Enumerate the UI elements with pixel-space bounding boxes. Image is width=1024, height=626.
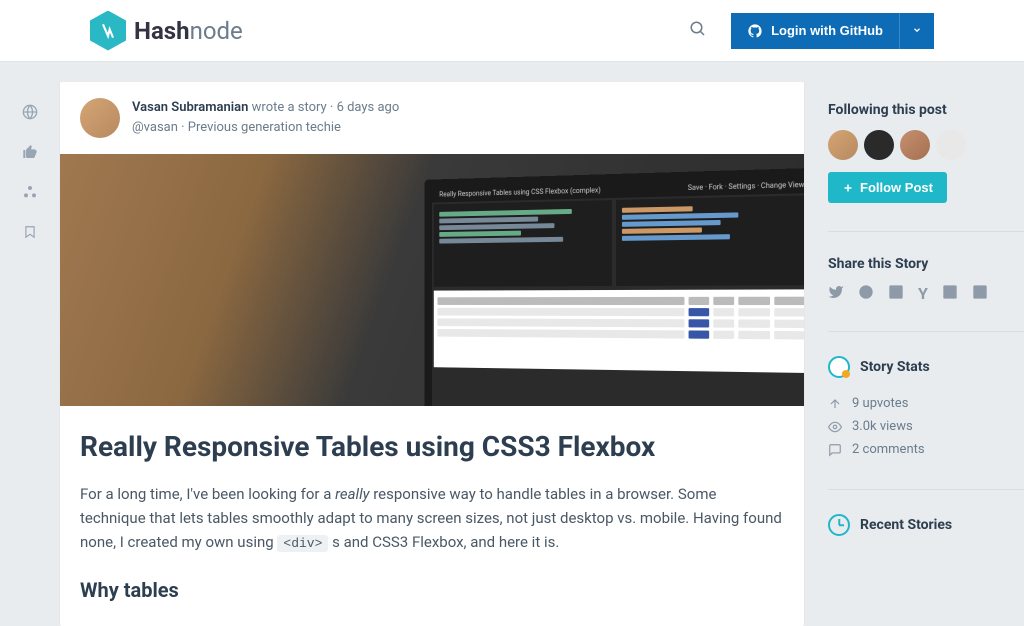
follower-avatar[interactable]	[900, 130, 930, 160]
stat-comments: 2 comments	[828, 438, 1024, 461]
left-rail	[0, 82, 60, 626]
share-icons-row: Y	[828, 284, 1024, 303]
divider	[828, 231, 1024, 232]
globe-icon[interactable]	[10, 92, 50, 132]
login-button-group: Login with GitHub	[731, 13, 934, 49]
logo[interactable]: Hashnode	[90, 11, 243, 51]
follower-avatars	[828, 130, 1024, 160]
login-dropdown-button[interactable]	[899, 13, 934, 49]
divider	[828, 489, 1024, 490]
twitter-icon[interactable]	[828, 284, 844, 303]
main-header: Hashnode Login with GitHub	[0, 0, 1024, 62]
post-timestamp: 6 days ago	[337, 100, 400, 115]
logo-icon	[90, 11, 126, 51]
hero-image: Really Responsive Tables using CSS Flexb…	[60, 154, 804, 406]
author-avatar[interactable]	[80, 98, 120, 138]
author-tagline: Previous generation techie	[188, 120, 341, 135]
follower-avatar[interactable]	[936, 130, 966, 160]
post-meta: Vasan Subramanian wrote a story · 6 days…	[60, 82, 804, 154]
bookmark-icon[interactable]	[10, 212, 50, 252]
follow-post-button[interactable]: Follow Post	[828, 172, 947, 203]
comment-icon	[828, 443, 842, 457]
stats-icon	[828, 356, 850, 378]
login-github-button[interactable]: Login with GitHub	[731, 13, 899, 49]
clock-icon	[828, 514, 850, 536]
stat-upvotes: 9 upvotes	[828, 392, 1024, 415]
follower-avatar[interactable]	[864, 130, 894, 160]
recent-stories-heading: Recent Stories	[860, 517, 952, 533]
search-button[interactable]	[689, 20, 707, 41]
stat-views: 3.0k views	[828, 415, 1024, 438]
eye-icon	[828, 420, 842, 434]
googleplus-icon[interactable]	[972, 284, 988, 303]
post-title: Really Responsive Tables using CSS3 Flex…	[80, 430, 784, 464]
search-icon	[689, 20, 707, 38]
github-icon	[747, 23, 763, 39]
stats-heading: Story Stats	[860, 359, 930, 375]
following-heading: Following this post	[828, 102, 1024, 118]
follower-avatar[interactable]	[828, 130, 858, 160]
logo-text: Hashnode	[134, 17, 243, 45]
right-sidebar: Following this post Follow Post Share th…	[804, 82, 1024, 626]
facebook-icon[interactable]	[942, 284, 958, 303]
hackernews-icon[interactable]: Y	[918, 284, 928, 303]
post-intro-text: For a long time, I've been looking for a…	[80, 482, 784, 555]
reddit-icon[interactable]	[858, 284, 874, 303]
linkedin-icon[interactable]	[888, 284, 904, 303]
post-section-heading: Why tables	[80, 578, 784, 602]
share-heading: Share this Story	[828, 256, 1024, 272]
divider	[828, 331, 1024, 332]
plus-icon	[842, 182, 854, 194]
post-card: Vasan Subramanian wrote a story · 6 days…	[60, 82, 804, 626]
login-label: Login with GitHub	[771, 23, 883, 38]
nodes-icon[interactable]	[10, 172, 50, 212]
chevron-down-icon	[912, 25, 922, 35]
arrow-up-icon	[828, 397, 842, 411]
author-handle[interactable]: @vasan	[132, 120, 178, 135]
thumbs-up-icon[interactable]	[10, 132, 50, 172]
author-name[interactable]: Vasan Subramanian	[132, 100, 248, 115]
